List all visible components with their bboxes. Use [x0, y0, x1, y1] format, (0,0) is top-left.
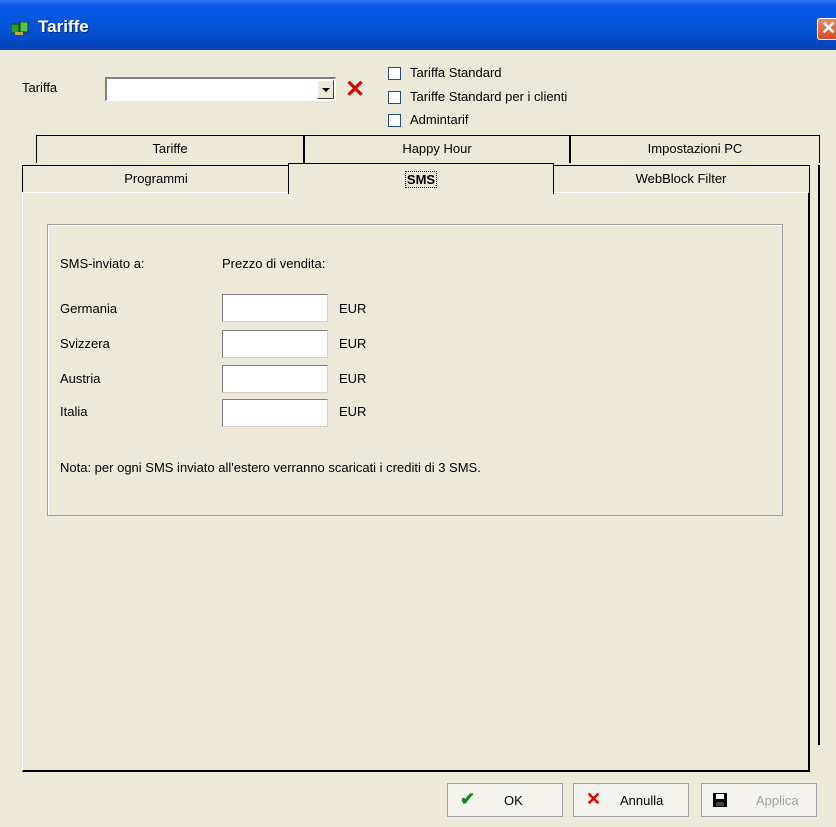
price-input-austria[interactable]: [222, 365, 328, 393]
apply-button[interactable]: Applica: [701, 783, 817, 817]
cancel-button[interactable]: ✕ Annulla: [573, 783, 689, 817]
tab-programmi[interactable]: Programmi: [22, 165, 290, 193]
price-input-italia[interactable]: [222, 399, 328, 427]
close-icon: ✕: [821, 18, 836, 38]
close-button[interactable]: ✕: [817, 18, 836, 40]
floppy-disk-icon: [713, 793, 727, 807]
window-title: Tariffe: [38, 17, 89, 36]
tab-happy-hour[interactable]: Happy Hour: [304, 135, 570, 163]
tariffa-standard-checkbox[interactable]: [388, 67, 401, 80]
tariffe-standard-clienti-checkbox[interactable]: [388, 91, 401, 104]
tab-sms[interactable]: SMS: [288, 163, 554, 194]
title-bar[interactable]: Tariffe ✕: [0, 0, 836, 50]
sms-sent-to-header: SMS-inviato a:: [60, 256, 145, 271]
cross-icon: ✕: [586, 789, 602, 809]
tab-tariffe[interactable]: Tariffe: [36, 135, 304, 163]
tariffa-standard-label: Tariffa Standard: [410, 65, 502, 80]
tariffe-standard-clienti-label: Tariffe Standard per i clienti: [410, 89, 568, 104]
sms-note: Nota: per ogni SMS inviato all'estero ve…: [60, 460, 481, 475]
currency-label-svizzera: EUR: [339, 336, 367, 351]
price-input-germania[interactable]: [222, 294, 328, 322]
ok-label: OK: [504, 793, 523, 808]
currency-label-austria: EUR: [339, 371, 367, 386]
price-input-svizzera[interactable]: [222, 330, 328, 358]
check-icon: ✔: [460, 789, 476, 809]
country-label-italia: Italia: [60, 404, 88, 419]
currency-label-italia: EUR: [339, 404, 367, 419]
ok-button[interactable]: ✔ OK: [447, 783, 563, 817]
admintarif-checkbox[interactable]: [388, 114, 401, 127]
tariffe-dialog: Tariffe ✕ Tariffa ✕ Tariffa Standard Tar…: [0, 0, 836, 827]
app-icon: [11, 22, 29, 35]
tariffa-label: Tariffa: [22, 80, 58, 95]
delete-icon: ✕: [345, 76, 366, 103]
chevron-down-icon[interactable]: [317, 80, 334, 99]
clear-tariff-button[interactable]: ✕: [340, 76, 368, 103]
tab-sms-label: SMS: [404, 171, 438, 188]
country-label-austria: Austria: [60, 371, 101, 386]
cancel-label: Annulla: [620, 793, 664, 808]
tab-webblock-filter[interactable]: WebBlock Filter: [552, 165, 810, 193]
apply-label: Applica: [756, 793, 799, 808]
country-label-svizzera: Svizzera: [60, 336, 110, 351]
admintarif-label: Admintarif: [410, 112, 469, 127]
country-label-germania: Germania: [60, 301, 118, 316]
tab-impostazioni-pc[interactable]: Impostazioni PC: [570, 135, 820, 163]
sale-price-header: Prezzo di vendita:: [222, 256, 326, 271]
currency-label-germania: EUR: [339, 301, 367, 316]
tariffa-combobox[interactable]: [105, 77, 336, 101]
